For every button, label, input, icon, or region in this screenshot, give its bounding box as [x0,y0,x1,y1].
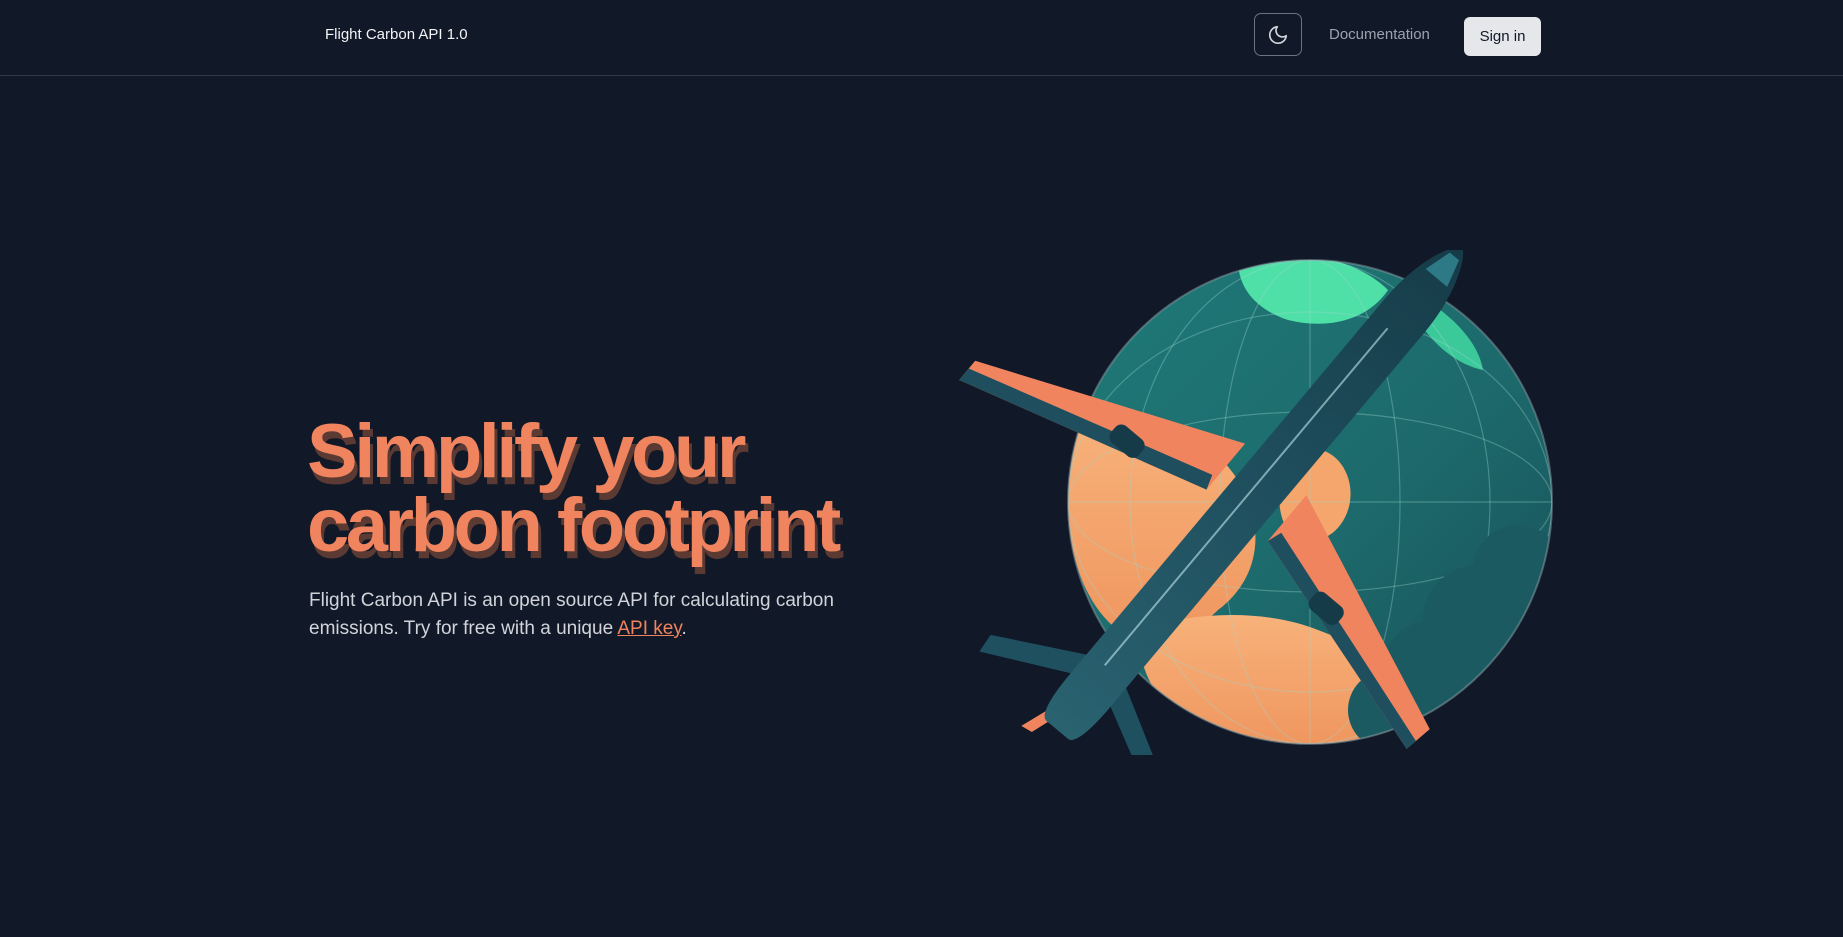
theme-toggle-button[interactable] [1254,13,1302,56]
hero-title: Simplify your carbon footprint [307,409,867,568]
navbar: Flight Carbon API 1.0 Documentation Sign… [0,0,1843,76]
sign-in-button[interactable]: Sign in [1464,17,1541,56]
hero-title-line-1: Simplify your [307,409,746,494]
brand-title[interactable]: Flight Carbon API 1.0 [325,26,468,43]
hero-description-end: . [681,618,687,639]
documentation-link[interactable]: Documentation [1329,26,1430,43]
hero-description: Flight Carbon API is an open source API … [309,587,869,643]
api-key-link[interactable]: API key [617,618,681,639]
hero-title-line-2: carbon footprint [307,483,841,568]
plane-globe-illustration [959,250,1553,755]
hero-description-text: Flight Carbon API is an open source API … [309,590,834,639]
moon-icon [1268,25,1288,44]
